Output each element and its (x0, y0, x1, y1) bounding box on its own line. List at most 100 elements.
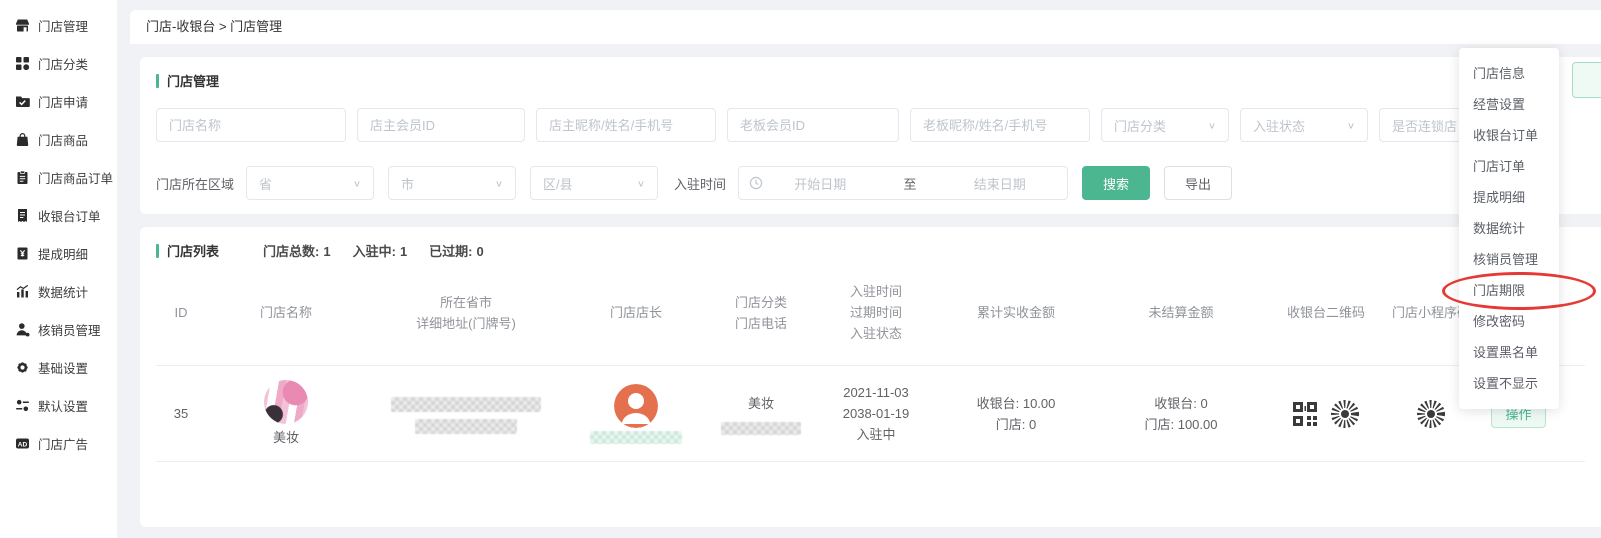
city-select[interactable]: 市 ∨ (388, 166, 516, 200)
col-header-category: 门店分类门店电话 (706, 292, 816, 334)
sidebar-item-label: 门店分类 (38, 54, 88, 73)
entry-time-range-picker[interactable]: 开始日期 至 结束日期 (738, 166, 1068, 200)
svg-text:AD: AD (18, 441, 28, 448)
sidebar-item-store-apply[interactable]: 门店申请 (0, 82, 117, 120)
blurred-manager-name (590, 431, 682, 444)
sidebar-item-store-goods[interactable]: 门店商品 (0, 120, 117, 158)
green-bar-icon (156, 74, 159, 88)
sidebar-item-store-ads[interactable]: AD 门店广告 (0, 424, 117, 462)
menu-item-verifier-management[interactable]: 核销员管理 (1459, 244, 1559, 275)
is-chain-select-placeholder: 是否连锁店 (1392, 116, 1457, 135)
province-select[interactable]: 省 ∨ (246, 166, 374, 200)
ad-icon: AD (15, 436, 30, 451)
store-stats: 门店总数:1 入驻中:1 已过期:0 (263, 241, 506, 260)
sidebar-item-default-settings[interactable]: 默认设置 (0, 386, 117, 424)
category-text: 美妆 (706, 393, 816, 414)
sidebar-item-data-statistics[interactable]: 数据统计 (0, 272, 117, 310)
entry-status-select[interactable]: 入驻状态 ∨ (1240, 108, 1368, 142)
col-header-entry-time: 入驻时间过期时间入驻状态 (816, 281, 936, 344)
menu-item-data-statistics[interactable]: 数据统计 (1459, 213, 1559, 244)
miniprogram-code-icon[interactable] (1330, 399, 1360, 429)
menu-item-set-blacklist[interactable]: 设置黑名单 (1459, 337, 1559, 368)
sidebar-item-cashier-orders[interactable]: 收银台订单 (0, 196, 117, 234)
store-category-select-placeholder: 门店分类 (1114, 116, 1166, 135)
dropdown-arrow-icon (1513, 403, 1527, 417)
stat-active: 入驻中:1 (353, 241, 408, 260)
owner-info-input[interactable] (536, 108, 716, 142)
menu-item-store-info[interactable]: 门店信息 (1459, 58, 1559, 89)
folder-check-icon (15, 94, 30, 109)
col-header-cashier-qr: 收银台二维码 (1266, 302, 1386, 323)
menu-item-store-term[interactable]: 门店期限 (1459, 275, 1559, 306)
sidebar-item-label: 数据统计 (38, 282, 88, 301)
clock-icon (749, 176, 763, 190)
join-date: 2021-11-03 (816, 382, 936, 403)
menu-item-cashier-orders[interactable]: 收银台订单 (1459, 120, 1559, 151)
city-select-placeholder: 市 (401, 174, 414, 193)
col-header-id: ID (156, 302, 206, 323)
chevron-down-icon: ∨ (1347, 120, 1355, 130)
person-icon (15, 322, 30, 337)
export-button[interactable]: 导出 (1164, 166, 1232, 200)
chevron-down-icon: ∨ (495, 178, 503, 188)
bag-icon (15, 132, 30, 147)
cell-unsettled-amount: 收银台: 0门店: 100.00 (1096, 393, 1266, 435)
district-select[interactable]: 区/县 ∨ (530, 166, 658, 200)
end-date-placeholder[interactable]: 结束日期 (943, 174, 1058, 193)
add-store-button-partial[interactable] (1572, 62, 1601, 98)
filter-card: 门店管理 门店分类 ∨ 入驻状态 ∨ 是否连锁店 ∨ 门店所在区域 (140, 57, 1601, 214)
district-select-placeholder: 区/县 (543, 174, 573, 193)
entry-time-label: 入驻时间 (674, 174, 726, 193)
store-icon (15, 18, 30, 33)
miniprogram-code-icon[interactable] (1416, 399, 1446, 429)
sidebar-item-commission-detail[interactable]: 提成明细 (0, 234, 117, 272)
chart-icon (15, 284, 30, 299)
menu-item-set-hidden[interactable]: 设置不显示 (1459, 368, 1559, 399)
cell-cashier-qr (1266, 399, 1386, 429)
sidebar-item-store-category[interactable]: 门店分类 (0, 44, 117, 82)
table-header: ID 门店名称 所在省市详细地址(门牌号) 门店店长 门店分类门店电话 入驻时间… (156, 260, 1585, 366)
search-button[interactable]: 搜索 (1082, 166, 1150, 200)
menu-item-store-orders[interactable]: 门店订单 (1459, 151, 1559, 182)
stat-expired: 已过期:0 (429, 241, 484, 260)
ledger-icon (15, 246, 30, 261)
col-header-unsettled-amount: 未结算金额 (1096, 302, 1266, 323)
sidebar-item-verifier-management[interactable]: 核销员管理 (0, 310, 117, 348)
blurred-address-line2 (415, 419, 517, 434)
store-name-input[interactable] (156, 108, 346, 142)
sidebar-item-label: 门店商品 (38, 130, 88, 149)
filter-row-1: 门店分类 ∨ 入驻状态 ∨ 是否连锁店 ∨ (156, 108, 1585, 142)
menu-item-commission-detail[interactable]: 提成明细 (1459, 182, 1559, 213)
sidebar-item-label: 基础设置 (38, 358, 88, 377)
entry-status-select-placeholder: 入驻状态 (1253, 116, 1305, 135)
store-category-select[interactable]: 门店分类 ∨ (1101, 108, 1229, 142)
start-date-placeholder[interactable]: 开始日期 (763, 174, 878, 193)
province-select-placeholder: 省 (259, 174, 272, 193)
boss-member-id-input[interactable] (727, 108, 899, 142)
entry-status: 入驻中 (816, 424, 936, 445)
filter-section-title: 门店管理 (156, 71, 1585, 90)
gear-icon (15, 360, 30, 375)
cell-manager (566, 384, 706, 444)
sidebar-item-label: 默认设置 (38, 396, 88, 415)
expire-date: 2038-01-19 (816, 403, 936, 424)
sidebar-item-store-goods-orders[interactable]: 门店商品订单 (0, 158, 117, 196)
sidebar-item-basic-settings[interactable]: 基础设置 (0, 348, 117, 386)
col-header-store-name: 门店名称 (206, 302, 366, 323)
sidebar-item-store-management[interactable]: 门店管理 (0, 6, 117, 44)
category-icon (15, 56, 30, 71)
owner-member-id-input[interactable] (357, 108, 525, 142)
chevron-down-icon: ∨ (637, 178, 645, 188)
menu-item-business-settings[interactable]: 经营设置 (1459, 89, 1559, 120)
qr-code-icon[interactable] (1292, 401, 1318, 427)
sidebar-item-label: 门店管理 (38, 16, 88, 35)
sidebar-item-label: 门店广告 (38, 434, 88, 453)
cell-address (366, 394, 566, 434)
stat-total: 门店总数:1 (263, 241, 331, 260)
region-label: 门店所在区域 (156, 174, 234, 193)
sidebar-item-label: 收银台订单 (38, 206, 101, 225)
boss-info-input[interactable] (910, 108, 1090, 142)
store-list-card: 门店列表 门店总数:1 入驻中:1 已过期:0 ID 门店名称 所在省市详细地址… (140, 227, 1601, 527)
menu-item-change-password[interactable]: 修改密码 (1459, 306, 1559, 337)
sidebar-item-label: 门店商品订单 (38, 168, 113, 187)
